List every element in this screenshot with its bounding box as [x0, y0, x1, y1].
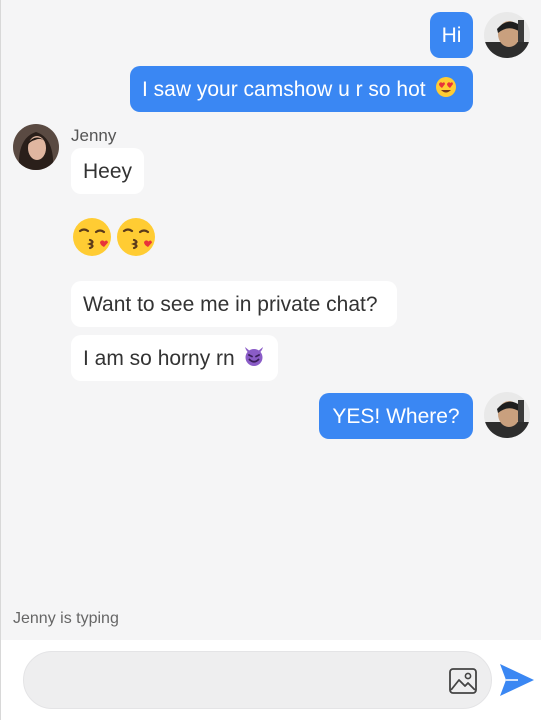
- message-input[interactable]: [44, 666, 448, 696]
- message-text: YES! Where?: [332, 404, 460, 428]
- message-text: I am so horny rn: [83, 346, 235, 370]
- message-bubble-incoming: Want to see me in private chat?: [71, 281, 397, 327]
- kissing-face-emoji-icon: [117, 218, 155, 256]
- emoji-message: [71, 216, 161, 260]
- chat-thread: Hi I saw your camshow u r so hot Jenny H…: [1, 0, 541, 640]
- message-bubble-incoming: Heey: [71, 148, 144, 194]
- my-avatar[interactable]: [484, 12, 530, 58]
- message-composer: [1, 640, 541, 720]
- message-input-container[interactable]: [23, 651, 492, 709]
- kissing-face-emoji-icon: [73, 218, 111, 256]
- message-text: Heey: [83, 159, 133, 183]
- message-bubble-outgoing: YES! Where?: [319, 393, 473, 439]
- my-avatar[interactable]: [484, 392, 530, 438]
- send-icon[interactable]: [498, 662, 536, 698]
- sender-name: Jenny: [71, 126, 117, 145]
- message-text: Hi: [441, 23, 462, 47]
- message-text: I saw your camshow u r so hot: [142, 77, 426, 101]
- jenny-avatar[interactable]: [13, 124, 59, 170]
- image-icon[interactable]: [448, 666, 478, 696]
- smiling-devil-emoji-icon: [243, 345, 265, 371]
- message-bubble-incoming: I am so horny rn: [71, 335, 278, 381]
- typing-indicator: Jenny is typing: [13, 610, 119, 627]
- message-text: Want to see me in private chat?: [83, 292, 378, 316]
- message-bubble-outgoing: Hi: [430, 12, 473, 58]
- heart-eyes-emoji-icon: [435, 76, 457, 102]
- message-bubble-outgoing: I saw your camshow u r so hot: [130, 66, 473, 112]
